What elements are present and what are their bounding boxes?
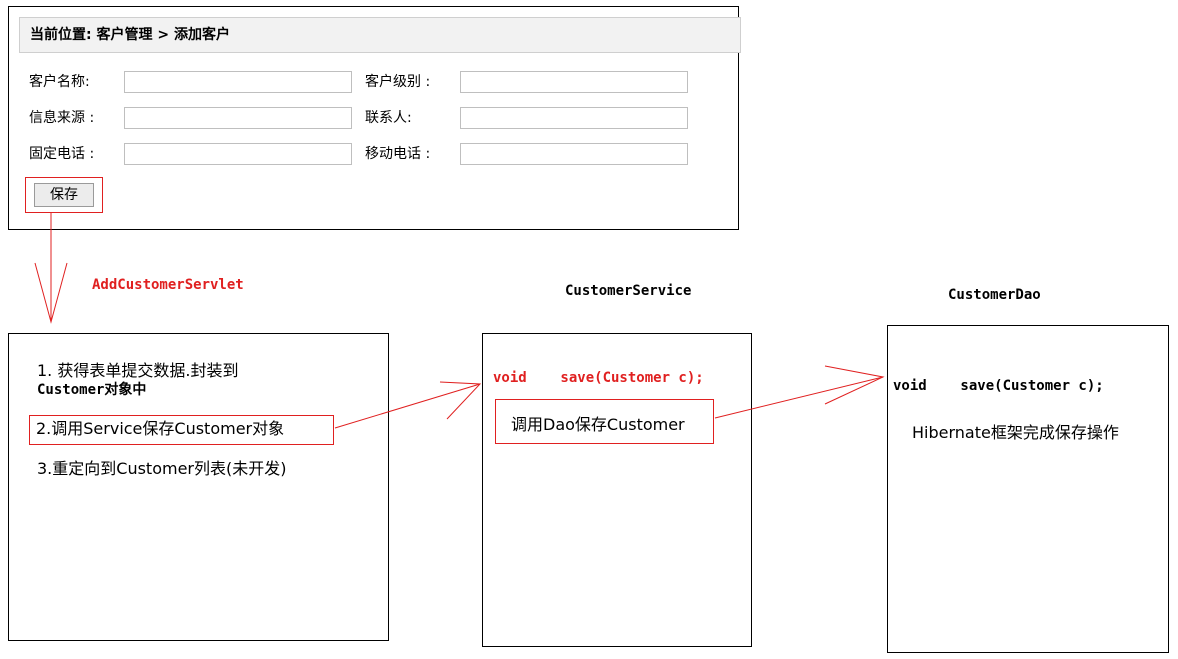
step-1-line-2: Customer对象中 [37, 382, 147, 398]
dao-box: void save(Customer c); Hibernate框架完成保存操作 [887, 325, 1169, 653]
servlet-box: 1. 获得表单提交数据.封装到 Customer对象中 2.调用Service保… [8, 333, 389, 641]
step-3: 3.重定向到Customer列表(未开发) [37, 459, 287, 478]
save-button-highlight: 保存 [25, 177, 103, 213]
dao-note: Hibernate框架完成保存操作 [912, 423, 1119, 442]
dao-call: 调用Dao保存Customer [511, 415, 685, 434]
step-1-line-1: 1. 获得表单提交数据.封装到 [37, 361, 239, 380]
info-source-input[interactable] [124, 107, 352, 129]
arrow-service-to-dao-head [824, 365, 885, 405]
servlet-title: AddCustomerServlet [92, 277, 244, 293]
service-box: void save(Customer c); 调用Dao保存Customer [482, 333, 752, 647]
service-title: CustomerService [565, 283, 692, 299]
info-source-label: 信息来源 : [29, 110, 95, 126]
arrow-servlet-to-service-head [439, 381, 482, 420]
customer-level-input[interactable] [460, 71, 688, 93]
service-method: void save(Customer c); [493, 370, 704, 386]
breadcrumb: 当前位置: 客户管理 > 添加客户 [19, 17, 741, 53]
mobile-label: 移动电话 : [365, 146, 431, 162]
save-button[interactable]: 保存 [34, 183, 94, 207]
dao-method: void save(Customer c); [893, 378, 1104, 394]
arrow-form-to-servlet-head [34, 262, 68, 324]
step-2: 2.调用Service保存Customer对象 [36, 419, 285, 438]
phone-label: 固定电话 : [29, 146, 95, 162]
mobile-input[interactable] [460, 143, 688, 165]
add-customer-form: 当前位置: 客户管理 > 添加客户 客户名称: 客户级别 : 信息来源 : 联系… [8, 6, 741, 230]
customer-name-input[interactable] [124, 71, 352, 93]
dao-title: CustomerDao [948, 287, 1041, 303]
customer-name-label: 客户名称: [29, 74, 90, 90]
phone-input[interactable] [124, 143, 352, 165]
contact-label: 联系人: [365, 110, 412, 126]
contact-input[interactable] [460, 107, 688, 129]
customer-level-label: 客户级别 : [365, 74, 431, 90]
